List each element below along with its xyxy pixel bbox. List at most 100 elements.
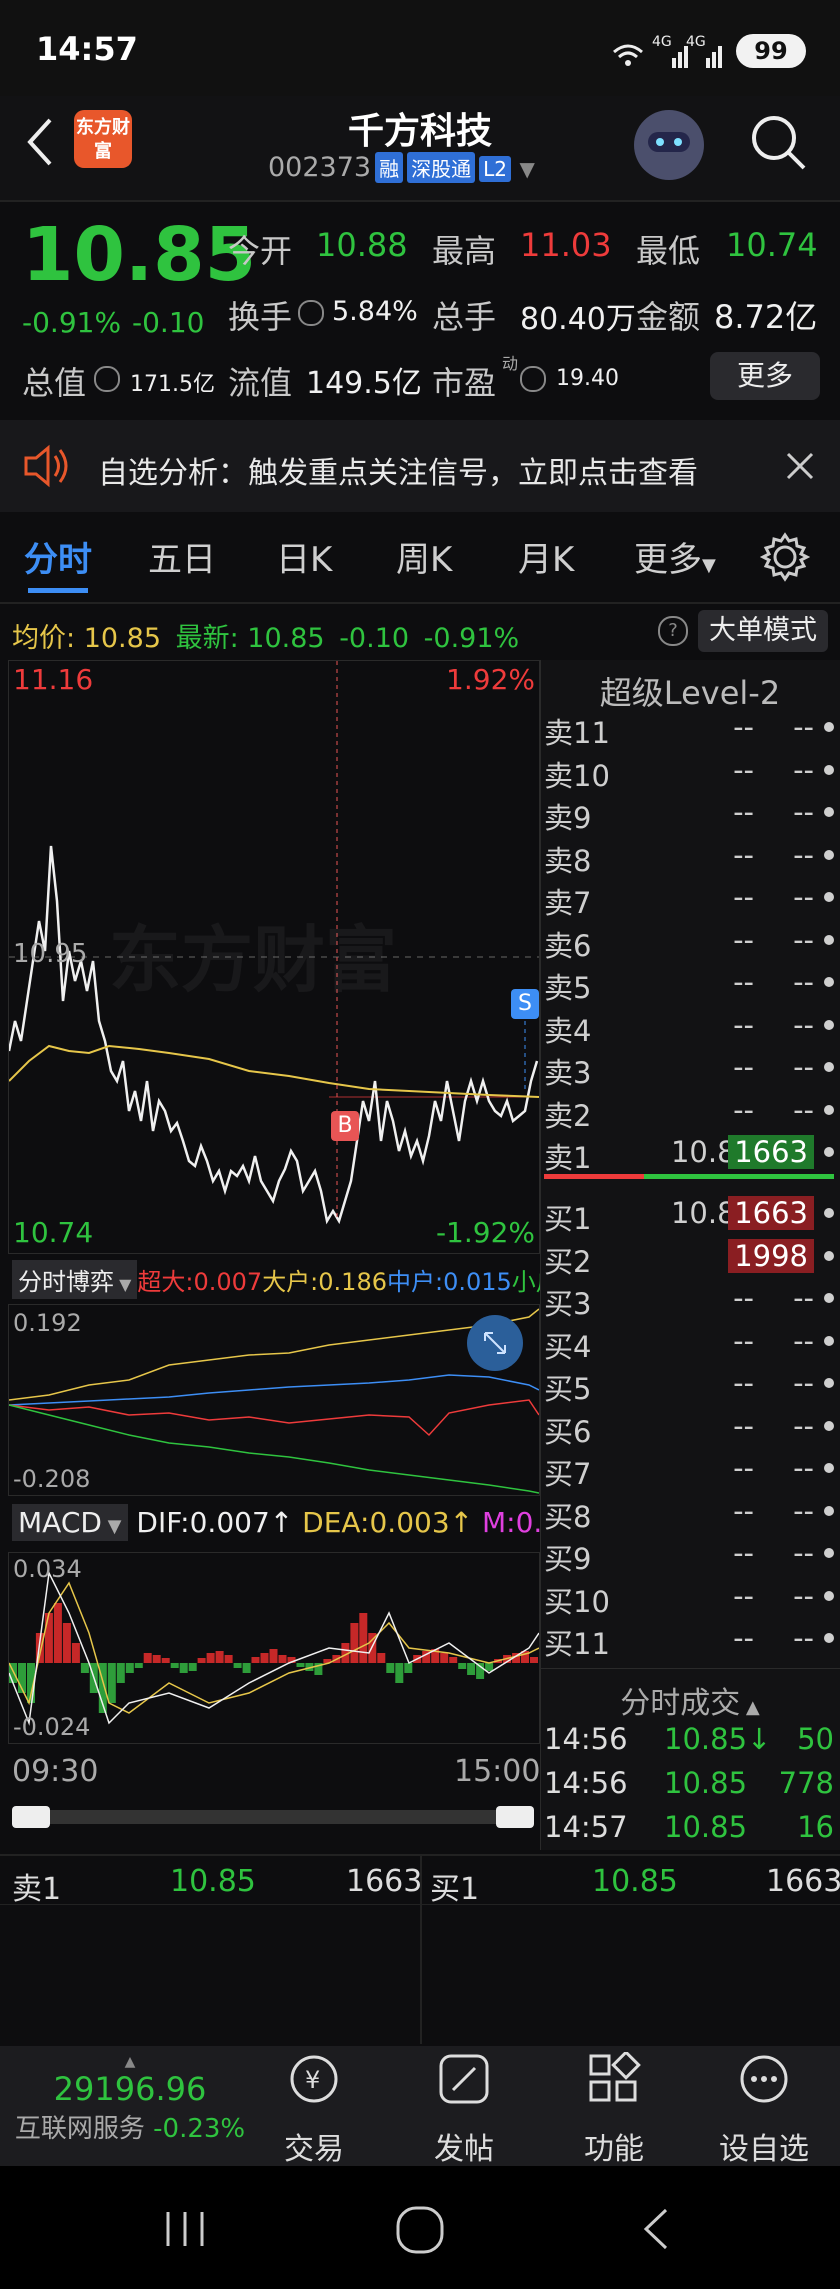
help-icon[interactable]: ? (658, 616, 688, 646)
robot-assistant-icon[interactable] (634, 110, 704, 180)
sell-row[interactable]: 卖1 10.85 1663 (544, 1135, 834, 1177)
sell-row[interactable]: 卖7 -- -- (544, 880, 834, 922)
time-scrollbar[interactable] (12, 1810, 534, 1824)
sell-row[interactable]: 卖10 -- -- (544, 753, 834, 795)
index-widget[interactable]: ▲ 29196.96 互联网服务 -0.23% (10, 2054, 250, 2145)
big-order-mode-button[interactable]: 大单模式 (698, 610, 828, 652)
nav-post[interactable]: 发帖 (404, 2052, 524, 2168)
book-buy-label: 买1 (430, 1872, 480, 1907)
buy-row[interactable]: 买5 -- -- (544, 1366, 834, 1408)
macd-histogram-bar (260, 1653, 269, 1663)
macd-histogram-bar (485, 1663, 494, 1671)
expand-icon[interactable] (467, 1315, 523, 1371)
buy-signal-marker[interactable]: B (331, 1111, 359, 1141)
stock-code-line[interactable]: 002373 融深股通 L2 ▼ (268, 152, 535, 183)
close-icon[interactable] (786, 452, 814, 480)
turnover-value: 5.84% (332, 296, 418, 327)
open-label: 今开 (228, 232, 293, 270)
buy-row[interactable]: 买3 -- -- (544, 1281, 834, 1323)
stock-code: 002373 (268, 152, 372, 183)
buy-price: -- (733, 1621, 754, 1655)
pct-value: -0.91% (423, 623, 520, 654)
row-dot-icon (824, 1378, 834, 1388)
nav-add-watchlist[interactable]: 设自选 (704, 2052, 824, 2168)
buy-price: -- (733, 1408, 754, 1443)
flow-chart[interactable]: 0.192 -0.208 (8, 1304, 540, 1496)
sell-row[interactable]: 卖5 -- -- (544, 965, 834, 1007)
sell-row[interactable]: 卖4 -- -- (544, 1008, 834, 1050)
macd-histogram-bar (467, 1663, 476, 1675)
flow-super: 超大:0.007 (137, 1268, 263, 1296)
macd-histogram-bar (449, 1657, 458, 1663)
search-icon[interactable] (748, 112, 808, 172)
status-time: 14:57 (36, 30, 138, 68)
buy-level-label: 买7 (544, 1457, 592, 1491)
scroll-handle-right[interactable] (496, 1806, 534, 1828)
sell-volume: -- (793, 880, 814, 914)
sell-signal-marker[interactable]: S (511, 989, 539, 1019)
tab-intraday[interactable]: 分时 (24, 532, 92, 581)
sell-row[interactable]: 卖8 -- -- (544, 838, 834, 880)
more-button[interactable]: 更多 (710, 352, 820, 400)
buy-row[interactable]: 买9 -- -- (544, 1536, 834, 1578)
sell-price: -- (733, 965, 754, 999)
row-dot-icon (824, 807, 834, 817)
book-sell-price: 10.85 (170, 1864, 256, 1899)
buy-row[interactable]: 买11 -- -- (544, 1621, 834, 1663)
info-icon[interactable] (94, 366, 120, 392)
nav-trade[interactable]: ¥ 交易 (254, 2052, 374, 2168)
trade-price: 10.85 (664, 1766, 748, 1800)
buy-row[interactable]: 买8 -- -- (544, 1494, 834, 1536)
sell-volume: -- (793, 837, 814, 872)
recent-apps-icon[interactable] (160, 2204, 210, 2254)
buy-level-label: 买1 (544, 1202, 592, 1236)
flow-selector[interactable]: 分时博弈 ▼ (12, 1260, 138, 1299)
buy-row[interactable]: 买1 10.85 1663 (544, 1196, 834, 1238)
macd-header: MACD ▼ DIF:0.007↑ DEA:0.003↑ M:0.007↓ (12, 1504, 619, 1541)
sell-row[interactable]: 卖9 -- -- (544, 795, 834, 837)
buy-row[interactable]: 买7 -- -- (544, 1451, 834, 1493)
system-back-icon[interactable] (636, 2204, 676, 2254)
macd-histogram-bar (296, 1663, 305, 1667)
nav-functions[interactable]: 功能 (554, 2050, 674, 2168)
sell-row[interactable]: 卖2 -- -- (544, 1093, 834, 1135)
flow-line-mid (9, 1374, 539, 1406)
trades-title[interactable]: 分时成交 ▲ (540, 1678, 840, 1722)
macd-bottom-value: -0.024 (13, 1713, 91, 1741)
tab-weekly-k[interactable]: 周K (396, 532, 452, 581)
buy-row[interactable]: 买2--1998 (544, 1238, 834, 1281)
scroll-handle-left[interactable] (12, 1806, 50, 1828)
speaker-icon (24, 444, 68, 488)
tab-daily-k[interactable]: 日K (276, 532, 332, 581)
row-dot-icon (824, 764, 834, 775)
macd-chart[interactable]: 0.034 -0.024 (8, 1552, 540, 1744)
sell-row[interactable]: 卖11 -- -- (544, 710, 834, 752)
info-icon[interactable] (520, 366, 546, 392)
sell-volume: -- (793, 752, 814, 787)
sell-row[interactable]: 卖6 -- -- (544, 923, 834, 965)
trade-icon: ¥ (290, 2055, 338, 2103)
gear-icon[interactable] (760, 532, 810, 582)
buy-row[interactable]: 买10 -- -- (544, 1579, 834, 1621)
buy-row[interactable]: 买4 -- -- (544, 1324, 834, 1366)
sell-level-label: 卖7 (544, 886, 592, 920)
buy-volume: -- (793, 1408, 814, 1443)
row-dot-icon (824, 1250, 834, 1261)
buy-price: -- (733, 1281, 754, 1315)
tab-underline (28, 588, 88, 593)
tab-monthly-k[interactable]: 月K (518, 532, 574, 581)
network-2: 4G (686, 34, 706, 50)
tab-five-day[interactable]: 五日 (148, 532, 216, 581)
high-value: 11.03 (520, 226, 612, 264)
sell-row[interactable]: 卖3 -- -- (544, 1050, 834, 1092)
intraday-chart[interactable]: B S 东方财富 11.16 1.92% 10.95 10.74 -1.92% (8, 660, 540, 1254)
info-icon[interactable] (298, 300, 324, 326)
macd-selector[interactable]: MACD ▼ (12, 1504, 128, 1541)
buy-row[interactable]: 买6 -- -- (544, 1409, 834, 1451)
trade-price: 10.85 (664, 1810, 748, 1844)
home-icon[interactable] (394, 2204, 446, 2256)
macd-histogram-bar (188, 1663, 197, 1671)
buy-level-label: 买9 (544, 1542, 592, 1576)
tab-more[interactable]: 更多▼ (634, 532, 716, 581)
row-dot-icon (824, 1463, 834, 1473)
